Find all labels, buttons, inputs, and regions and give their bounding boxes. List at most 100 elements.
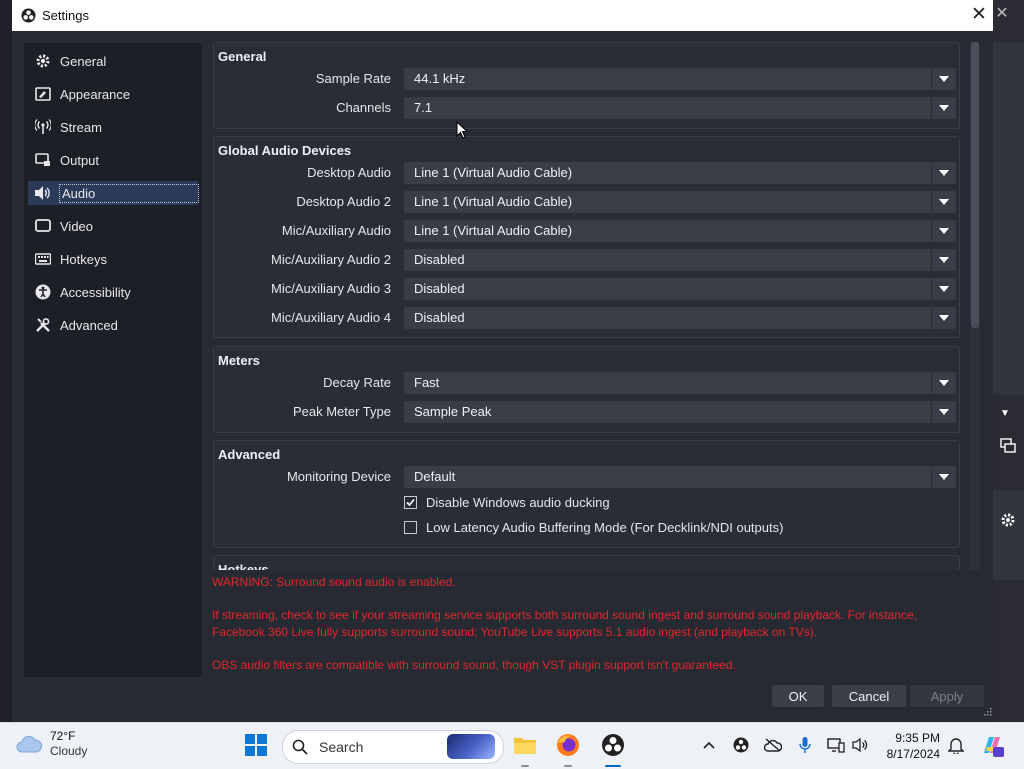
sidebar-item-label: Stream: [60, 119, 102, 135]
background-panel: [992, 42, 1024, 394]
sidebar-item-label: Accessibility: [60, 284, 131, 300]
running-indicator: [521, 765, 529, 767]
sample-rate-select[interactable]: 44.1 kHz: [404, 68, 956, 90]
resize-grip-icon[interactable]: [982, 706, 992, 716]
obs-app-icon: [21, 8, 36, 23]
sidebar-item-label: General: [60, 53, 107, 69]
cloud-sync-off-icon[interactable]: [763, 735, 783, 755]
apply-button[interactable]: Apply: [910, 685, 984, 707]
group-title: General: [218, 49, 267, 64]
background-window-right-edge: ▼: [992, 0, 1024, 722]
notification-bell-icon[interactable]: [946, 735, 966, 755]
general-group: General Sample Rate 44.1 kHz Channels 7.…: [213, 42, 960, 129]
mic-aux-audio-select[interactable]: Line 1 (Virtual Audio Cable): [404, 220, 956, 242]
disable-ducking-checkbox[interactable]: Disable Windows audio ducking: [404, 495, 610, 510]
mouse-cursor-icon: [456, 121, 468, 139]
channels-value: 7.1: [414, 100, 433, 115]
ok-button[interactable]: OK: [772, 685, 824, 707]
sidebar-item-accessibility[interactable]: Accessibility: [28, 280, 198, 304]
taskbar-search[interactable]: Search: [282, 730, 504, 764]
mic-aux-audio-3-select[interactable]: Disabled: [404, 278, 956, 300]
mic-aux-audio-4-label: Mic/Auxiliary Audio 4: [271, 310, 391, 325]
background-panel: [992, 490, 1024, 580]
sample-rate-label: Sample Rate: [315, 71, 391, 86]
monitoring-device-label: Monitoring Device: [286, 469, 391, 484]
surround-warning: WARNING: Surround sound audio is enabled…: [212, 574, 972, 690]
weather-widget[interactable]: 72°F Cloudy: [16, 729, 87, 759]
mic-aux-audio-2-select[interactable]: Disabled: [404, 249, 956, 271]
microphone-icon[interactable]: [795, 735, 815, 755]
global-audio-group: Global Audio Devices Desktop Audio Line …: [213, 136, 960, 338]
keyboard-icon: [34, 250, 52, 268]
scrollbar-thumb[interactable]: [971, 42, 979, 328]
select-value: Line 1 (Virtual Audio Cable): [414, 194, 573, 209]
chevron-down-icon: [931, 97, 956, 119]
desktop-audio-select[interactable]: Line 1 (Virtual Audio Cable): [404, 162, 956, 184]
channels-select[interactable]: 7.1: [404, 97, 956, 119]
taskbar-clock[interactable]: 9:35 PM 8/17/2024: [882, 730, 940, 762]
search-highlight-image: [447, 734, 495, 759]
copilot-icon[interactable]: [980, 733, 1004, 757]
chevron-down-icon: [931, 401, 956, 423]
background-gear-icon[interactable]: [994, 508, 1022, 532]
weather-temp: 72°F: [50, 729, 76, 743]
settings-window: Settings ✕ General Appearance Stream Out…: [12, 0, 993, 722]
running-indicator: [564, 765, 572, 767]
running-indicator-active: [605, 765, 621, 767]
chevron-down-icon: [931, 307, 956, 329]
sidebar-item-hotkeys[interactable]: Hotkeys: [28, 247, 198, 271]
start-icon[interactable]: [242, 731, 270, 759]
title-bar: Settings ✕: [12, 0, 993, 31]
mic-aux-audio-label: Mic/Auxiliary Audio: [281, 223, 391, 238]
sidebar-item-output[interactable]: Output: [28, 148, 198, 172]
cancel-button[interactable]: Cancel: [832, 685, 906, 707]
select-value: Disabled: [414, 281, 465, 296]
group-title: Global Audio Devices: [218, 143, 352, 158]
sidebar-item-video[interactable]: Video: [28, 214, 198, 238]
group-title: Hotkeys: [218, 562, 269, 570]
sidebar-item-label: Advanced: [60, 317, 118, 333]
firefox-icon[interactable]: [554, 731, 582, 759]
sidebar-item-label: Output: [60, 152, 100, 168]
chevron-up-icon[interactable]: [699, 735, 719, 755]
chevron-down-icon: [931, 220, 956, 242]
desktop-audio-label: Desktop Audio: [307, 165, 391, 180]
network-display-icon[interactable]: [826, 735, 846, 755]
clock-date: 8/17/2024: [886, 747, 940, 761]
sidebar-item-general[interactable]: General: [28, 49, 198, 73]
chevron-down-icon: [931, 191, 956, 213]
select-value: Line 1 (Virtual Audio Cable): [414, 223, 573, 238]
obs-tray-icon[interactable]: [731, 735, 751, 755]
hotkeys-group: Hotkeys: [213, 555, 960, 570]
desktop-audio-2-select[interactable]: Line 1 (Virtual Audio Cable): [404, 191, 956, 213]
mic-aux-audio-3-label: Mic/Auxiliary Audio 3: [271, 281, 391, 296]
sidebar-item-appearance[interactable]: Appearance: [28, 82, 198, 106]
sidebar-item-audio[interactable]: Audio: [28, 181, 199, 205]
close-icon[interactable]: ✕: [967, 3, 991, 27]
content-scrollbar[interactable]: [970, 42, 980, 570]
clock-time: 9:35 PM: [895, 731, 940, 745]
background-popout-icon[interactable]: [994, 434, 1022, 458]
group-title: Advanced: [218, 447, 281, 462]
background-dropdown-icon[interactable]: ▼: [994, 402, 1016, 424]
select-value: Line 1 (Virtual Audio Cable): [414, 165, 573, 180]
chevron-down-icon: [931, 372, 956, 394]
background-close-icon[interactable]: ✕: [992, 4, 1012, 24]
search-placeholder: Search: [319, 739, 364, 755]
sample-rate-value: 44.1 kHz: [414, 71, 466, 86]
peak-meter-type-select[interactable]: Sample Peak: [404, 401, 956, 423]
monitoring-device-select[interactable]: Default: [404, 466, 956, 488]
low-latency-checkbox[interactable]: Low Latency Audio Buffering Mode (For De…: [404, 520, 783, 535]
decay-rate-select[interactable]: Fast: [404, 372, 956, 394]
checkbox-label: Low Latency Audio Buffering Mode (For De…: [426, 520, 784, 535]
volume-icon[interactable]: [851, 735, 871, 755]
sidebar-item-label: Video: [60, 218, 94, 234]
mic-aux-audio-4-select[interactable]: Disabled: [404, 307, 956, 329]
warning-line: OBS audio filters are compatible with su…: [212, 658, 736, 672]
checkbox-label: Disable Windows audio ducking: [426, 495, 610, 510]
file-explorer-icon[interactable]: [511, 731, 539, 759]
select-value: Disabled: [414, 252, 465, 267]
sidebar-item-advanced[interactable]: Advanced: [28, 313, 198, 337]
obs-taskbar-icon[interactable]: [599, 731, 627, 759]
sidebar-item-stream[interactable]: Stream: [28, 115, 198, 139]
